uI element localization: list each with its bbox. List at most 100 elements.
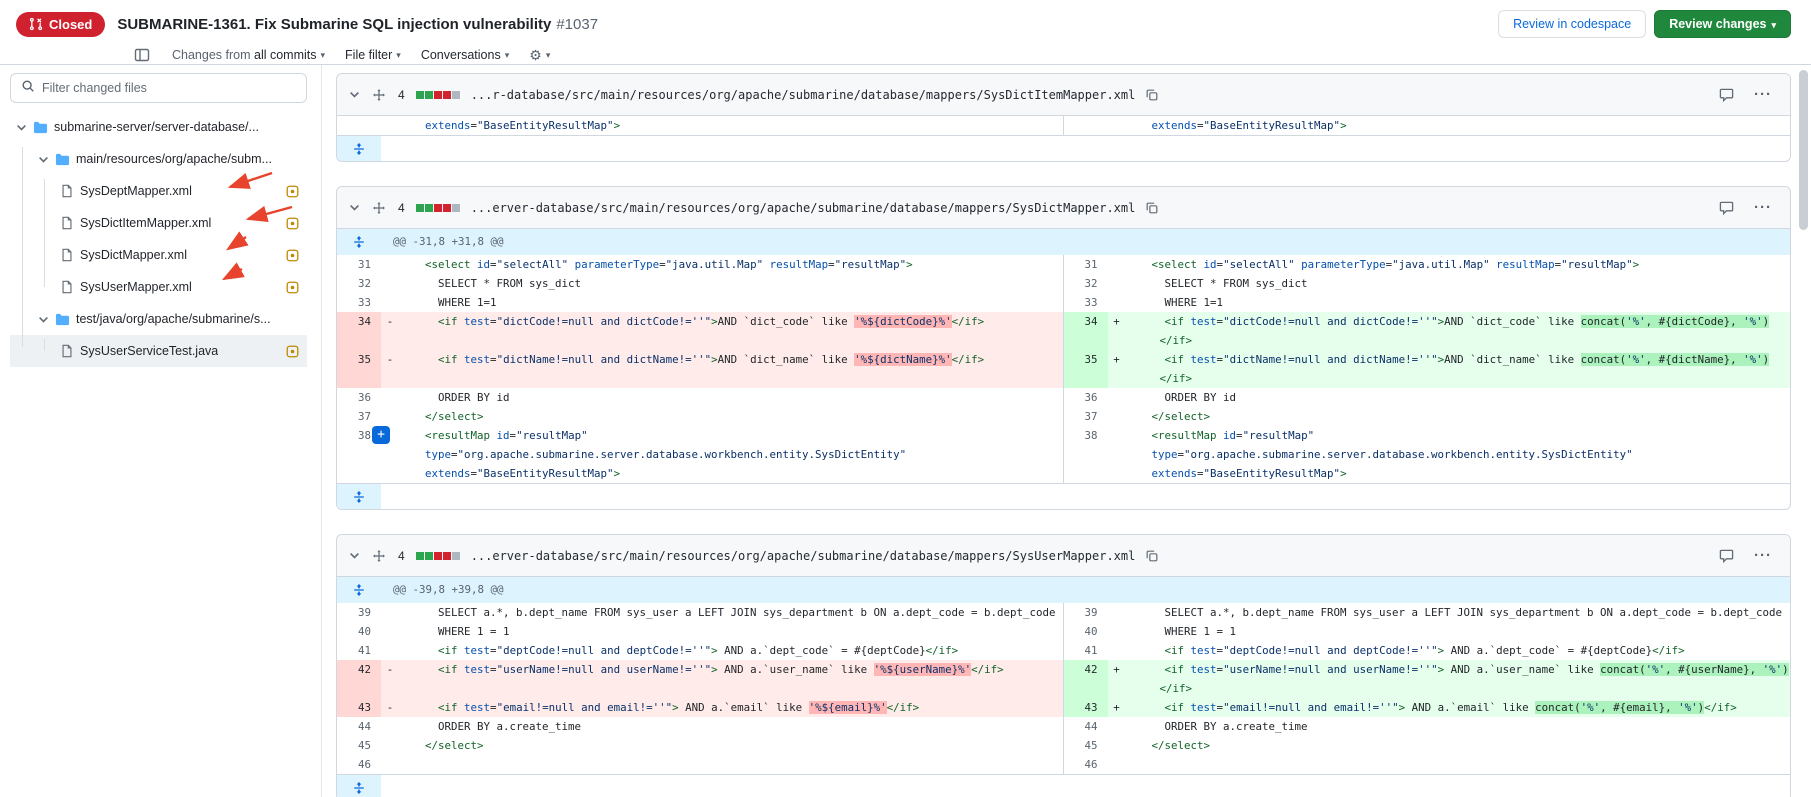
line-number[interactable]: 42 [1064,660,1108,698]
collapse-file-button[interactable] [347,548,362,563]
filter-files-input[interactable] [42,81,296,95]
code-text: SELECT * FROM sys_dict [1126,277,1308,290]
drag-handle-icon[interactable] [370,199,388,217]
line-number[interactable]: 45 [337,736,381,755]
scrollbar-thumb[interactable] [1799,70,1808,230]
comment-icon[interactable] [1717,85,1736,104]
code-line [1108,755,1791,774]
copy-path-button[interactable] [1143,86,1161,104]
line-number[interactable]: 32 [337,274,381,293]
line-number[interactable]: 41 [1064,641,1108,660]
line-number[interactable]: 39 [337,603,381,622]
vertical-scrollbar[interactable] [1799,70,1809,720]
tree-item-sysdictitemmapper-xml[interactable]: SysDictItemMapper.xml [10,207,307,239]
file-header-actions: ··· [1717,84,1780,105]
line-number[interactable]: 45 [1064,736,1108,755]
line-number[interactable]: 37 [1064,407,1108,426]
file-modified-icon[interactable] [286,345,299,358]
line-number[interactable]: 32 [1064,274,1108,293]
diff-marker [1108,426,1126,445]
kebab-menu-button[interactable]: ··· [1752,197,1774,218]
kebab-menu-button[interactable]: ··· [1752,84,1774,105]
review-in-codespace-button[interactable]: Review in codespace [1498,10,1646,38]
line-number[interactable]: 46 [1064,755,1108,774]
line-number[interactable] [337,445,381,464]
line-number[interactable]: 36 [1064,388,1108,407]
line-number[interactable]: 39 [1064,603,1108,622]
copy-path-button[interactable] [1143,547,1161,565]
line-number[interactable]: 41 [337,641,381,660]
line-number[interactable]: 31 [337,255,381,274]
tree-item-main-resources-org-apache-subm[interactable]: main/resources/org/apache/subm... [10,143,307,175]
code-line: type="org.apache.submarine.server.databa… [381,445,1063,464]
file-modified-icon[interactable] [286,249,299,262]
expand-diff-button[interactable] [337,136,381,161]
line-number[interactable] [337,464,381,483]
line-number[interactable]: 43 [337,698,381,717]
changes-from-dropdown[interactable]: Changes from all commits▾ [172,48,325,62]
expand-diff-button[interactable] [337,484,381,509]
tree-item-sysusermapper-xml[interactable]: SysUserMapper.xml [10,271,307,303]
expand-hunk-button[interactable] [337,577,381,603]
review-changes-button[interactable]: Review changes▾ [1654,10,1791,38]
sidebar-toggle-button[interactable] [132,45,152,65]
line-number[interactable]: 42 [337,660,381,698]
file-modified-icon[interactable] [286,185,299,198]
line-number[interactable]: 43 [1064,698,1108,717]
tree-item-sysdeptmapper-xml[interactable]: SysDeptMapper.xml [10,175,307,207]
add-comment-button[interactable]: + [372,426,390,444]
diff-marker: - [381,350,399,369]
line-number[interactable]: 44 [1064,717,1108,736]
file-modified-icon[interactable] [286,281,299,294]
file-filter-dropdown[interactable]: File filter▾ [345,48,401,62]
tree-item-sysuserservicetest-java[interactable]: SysUserServiceTest.java [10,335,307,367]
diff-marker [1108,274,1126,293]
code-line: extends="BaseEntityResultMap"> [1108,464,1791,483]
diff-settings-dropdown[interactable]: ⚙▾ [529,48,550,62]
line-number[interactable]: 34 [337,312,381,350]
copy-path-button[interactable] [1143,199,1161,217]
diff-marker [1108,407,1126,426]
line-number[interactable]: 46 [337,755,381,774]
tree-item-sysdictmapper-xml[interactable]: SysDictMapper.xml [10,239,307,271]
expand-hunk-button[interactable] [337,229,381,255]
line-number[interactable]: 34 [1064,312,1108,350]
diff-side-left: type="org.apache.submarine.server.databa… [337,445,1064,464]
line-number[interactable]: 37 [337,407,381,426]
line-number[interactable]: 40 [337,622,381,641]
drag-handle-icon[interactable] [370,547,388,565]
line-number[interactable]: 36 [337,388,381,407]
files-toolbar: Changes from all commits▾ File filter▾ C… [16,45,1795,65]
drag-handle-icon[interactable] [370,86,388,104]
line-number[interactable]: 33 [337,293,381,312]
comment-icon[interactable] [1717,198,1736,217]
tree-item-test-java-org-apache-submarine-s[interactable]: test/java/org/apache/submarine/s... [10,303,307,335]
kebab-menu-button[interactable]: ··· [1752,545,1774,566]
collapse-file-button[interactable] [347,87,362,102]
diff-row: 46 46 [337,755,1790,774]
line-number[interactable]: 35 [1064,350,1108,388]
line-number[interactable]: 40 [1064,622,1108,641]
diff-side-right: 31 <select id="selectAll" parameterType=… [1064,255,1791,274]
collapse-file-button[interactable] [347,200,362,215]
tree-item-label: SysDictItemMapper.xml [80,216,211,230]
expand-diff-button[interactable] [337,775,381,797]
line-number[interactable] [1064,116,1108,135]
tree-guide-line [44,179,45,287]
line-number[interactable]: 31 [1064,255,1108,274]
diff-side-left: 46 [337,755,1064,774]
pr-closed-icon [29,17,43,31]
conversations-dropdown[interactable]: Conversations▾ [421,48,509,62]
tree-item-submarine-server-server-database[interactable]: submarine-server/server-database/... [10,111,307,143]
line-number[interactable] [1064,464,1108,483]
line-number[interactable]: 35 [337,350,381,388]
line-number[interactable]: 38 [1064,426,1108,445]
file-modified-icon[interactable] [286,217,299,230]
line-number[interactable] [1064,445,1108,464]
folder-icon [55,312,70,327]
comment-icon[interactable] [1717,546,1736,565]
line-number[interactable]: 44 [337,717,381,736]
diff-row: 37 </select>37 </select> [337,407,1790,426]
line-number[interactable] [337,116,381,135]
line-number[interactable]: 33 [1064,293,1108,312]
